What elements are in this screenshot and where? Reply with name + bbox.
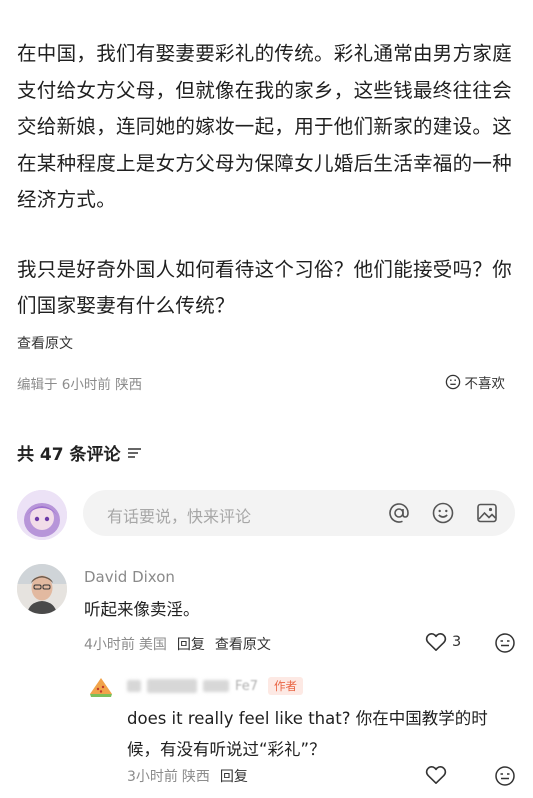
post-body: 在中国，我们有娶妻要彩礼的传统。彩礼通常由男方家庭支付给女方父母，但就像在我的家… xyxy=(17,36,522,325)
edited-meta: 编辑于 6小时前 陕西 xyxy=(17,377,143,393)
comment-like-count: 3 xyxy=(452,634,462,650)
comment-time: 4小时前 xyxy=(84,637,135,653)
sad-face-icon xyxy=(445,374,460,390)
heart-icon xyxy=(425,765,447,784)
comment-input[interactable]: 有话要说，快来评论 xyxy=(83,490,515,536)
comment-text: 听起来像卖淫。 xyxy=(84,600,200,619)
emoji-icon[interactable] xyxy=(431,501,455,525)
comment-like-button[interactable]: 3 xyxy=(425,632,461,652)
commenter-avatar[interactable] xyxy=(17,564,67,614)
redacted-name-part xyxy=(147,679,197,693)
reply-time: 3小时前 xyxy=(127,769,178,785)
author-avatar[interactable] xyxy=(88,674,114,700)
comment-input-placeholder: 有话要说，快来评论 xyxy=(107,507,252,526)
view-original-link[interactable]: 查看原文 xyxy=(17,333,73,353)
post-paragraph-1: 在中国，我们有娶妻要彩礼的传统。彩礼通常由男方家庭支付给女方父母，但就像在我的家… xyxy=(17,42,513,211)
redacted-name-part xyxy=(203,680,229,692)
reply-location: 陕西 xyxy=(181,769,210,785)
reply-meta-row: 3小时前 陕西 回复 xyxy=(127,766,248,786)
heart-icon xyxy=(425,632,447,651)
dislike-label: 不喜欢 xyxy=(464,376,506,392)
reply-reply-button[interactable]: 回复 xyxy=(220,766,248,786)
sort-icon xyxy=(127,447,141,458)
image-icon[interactable] xyxy=(475,501,499,525)
reply-text: does it really feel like that? 你在中国教学的时候… xyxy=(127,709,488,759)
reply-reaction-icon[interactable] xyxy=(494,765,516,787)
comment-view-original[interactable]: 查看原文 xyxy=(215,634,271,654)
author-name-row[interactable]: Fe7 作者 xyxy=(127,676,304,696)
author-name-partial: Fe7 xyxy=(235,678,259,694)
commenter-name[interactable]: David Dixon xyxy=(84,568,175,586)
comment-reaction-icon[interactable] xyxy=(494,632,516,654)
comments-count-header[interactable]: 共 47 条评论 xyxy=(17,440,143,465)
at-icon[interactable] xyxy=(387,501,411,525)
comment-meta-row: 4小时前 美国 回复 查看原文 xyxy=(84,634,271,654)
comment-location: 美国 xyxy=(138,637,167,653)
comment-reply-button[interactable]: 回复 xyxy=(177,634,205,654)
post-meta-row: 编辑于 6小时前 陕西 不喜欢 xyxy=(17,371,517,393)
dislike-button[interactable]: 不喜欢 xyxy=(445,372,506,392)
comments-count-label: 共 47 条评论 xyxy=(17,445,121,465)
redacted-name-part xyxy=(127,680,141,692)
author-badge: 作者 xyxy=(268,677,304,695)
reply-like-button[interactable] xyxy=(425,765,447,785)
post-paragraph-2: 我只是好奇外国人如何看待这个习俗？他们能接受吗？你们国家娶妻有什么传统？ xyxy=(17,257,513,318)
current-user-avatar[interactable] xyxy=(17,490,67,540)
